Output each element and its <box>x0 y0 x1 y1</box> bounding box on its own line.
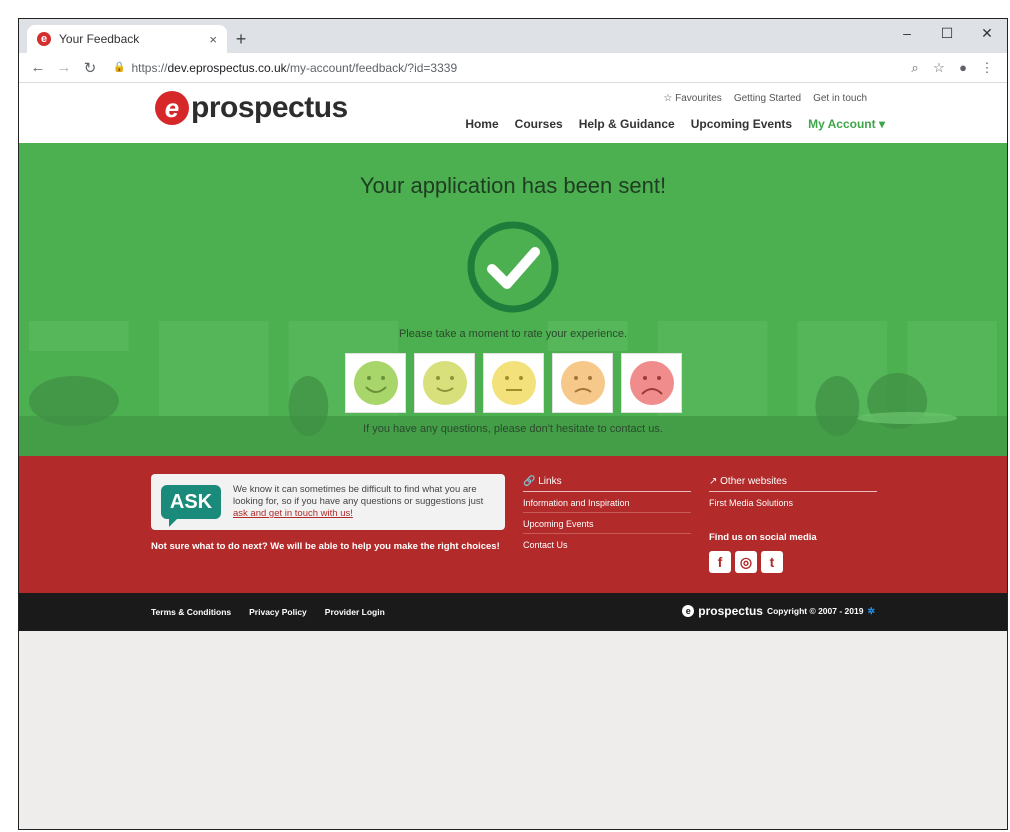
footer-link-upcoming-events[interactable]: Upcoming Events <box>523 519 691 534</box>
rating-very-sad-button[interactable] <box>621 353 682 413</box>
logo-text: prospectus <box>191 91 348 124</box>
nav-upcoming-events[interactable]: Upcoming Events <box>691 117 792 131</box>
close-window-icon[interactable]: ✕ <box>967 19 1007 47</box>
footer-link-contact-us[interactable]: Contact Us <box>523 540 691 554</box>
get-in-touch-link[interactable]: Get in touch <box>813 93 867 104</box>
menu-kebab-icon[interactable]: ⋮ <box>975 60 999 76</box>
forward-arrow-icon[interactable]: → <box>53 59 75 76</box>
nav-help-guidance[interactable]: Help & Guidance <box>579 117 675 131</box>
toolbar-icons: ⌕ ☆ ● ⋮ <box>903 60 999 76</box>
neutral-face-icon <box>491 361 536 405</box>
getting-started-link[interactable]: Getting Started <box>734 93 801 104</box>
nav-courses[interactable]: Courses <box>515 117 563 131</box>
minimize-icon[interactable]: – <box>887 19 927 47</box>
ask-box: ASK We know it can sometimes be difficul… <box>151 474 505 530</box>
confirmation-title: Your application has been sent! <box>359 173 667 198</box>
ask-description: We know it can sometimes be difficult to… <box>233 484 495 520</box>
links-heading: 🔗 Links <box>523 476 691 492</box>
rating-very-happy-button[interactable] <box>345 353 406 413</box>
instagram-icon[interactable]: ◎ <box>735 551 757 573</box>
sad-face-icon <box>560 361 605 405</box>
new-tab-button[interactable]: + <box>227 25 255 53</box>
links-column: 🔗 Links Information and Inspiration Upco… <box>523 476 691 560</box>
address-bar[interactable]: 🔒 https://dev.eprospectus.co.uk/my-accou… <box>105 56 903 80</box>
profile-icon[interactable]: ● <box>951 60 975 76</box>
nav-my-account[interactable]: My Account ▾ <box>808 117 885 131</box>
ask-speech-bubble-icon: ASK <box>161 485 221 527</box>
favourites-link[interactable]: ☆ Favourites <box>663 93 721 104</box>
social-heading: Find us on social media <box>709 532 817 543</box>
rate-prompt: Please take a moment to rate your experi… <box>398 328 628 340</box>
bookmark-star-icon[interactable]: ☆ <box>927 60 951 76</box>
facebook-icon[interactable]: f <box>709 551 731 573</box>
footer-logo-text: prospectus <box>698 604 763 618</box>
window-controls: – ☐ ✕ <box>887 19 1007 47</box>
provider-login-link[interactable]: Provider Login <box>325 607 385 617</box>
url-scheme: https:// <box>131 60 168 75</box>
main-nav: Home Courses Help & Guidance Upcoming Ev… <box>465 117 885 131</box>
footer-main: ASK We know it can sometimes be difficul… <box>19 456 1007 593</box>
maximize-icon[interactable]: ☐ <box>927 19 967 47</box>
copyright-text: Copyright © 2007 - 2019 <box>766 606 864 616</box>
success-check-icon <box>467 221 559 313</box>
close-tab-icon[interactable]: × <box>209 32 217 47</box>
tab-title: Your Feedback <box>59 32 140 46</box>
rating-happy-button[interactable] <box>414 353 475 413</box>
legal-links: Terms & Conditions Privacy Policy Provid… <box>151 607 385 617</box>
rating-faces <box>345 353 682 413</box>
browser-window: e Your Feedback × + – ☐ ✕ ← → ↻ 🔒 https:… <box>18 18 1008 830</box>
contact-help-text: If you have any questions, please don't … <box>363 423 663 435</box>
hero-section: Your application has been sent! Please t… <box>19 143 1007 456</box>
gear-icon: ✲ <box>867 605 875 616</box>
site-logo[interactable]: e prospectus <box>155 91 348 125</box>
logo-e-icon: e <box>155 91 189 125</box>
reload-icon[interactable]: ↻ <box>79 59 101 77</box>
rating-sad-button[interactable] <box>552 353 613 413</box>
other-websites-column: ↗ Other websites First Media Solutions F… <box>709 476 877 573</box>
browser-toolbar: ← → ↻ 🔒 https://dev.eprospectus.co.uk/my… <box>19 53 1007 83</box>
lock-icon: 🔒 <box>113 62 126 73</box>
tab-bar: e Your Feedback × + – ☐ ✕ <box>19 19 1007 53</box>
footer-logo-e-icon: e <box>682 605 695 617</box>
back-arrow-icon[interactable]: ← <box>27 59 49 76</box>
site-favicon-icon: e <box>37 32 51 46</box>
rating-neutral-button[interactable] <box>483 353 544 413</box>
social-icons: f ◎ t <box>709 551 877 573</box>
other-websites-heading: ↗ Other websites <box>709 476 877 492</box>
top-links: ☆ Favourites Getting Started Get in touc… <box>663 93 867 104</box>
footer-link-first-media[interactable]: First Media Solutions <box>709 498 877 512</box>
not-sure-text: Not sure what to do next? We will be abl… <box>151 541 500 552</box>
url-path: /my-account/feedback/?id=3339 <box>286 60 458 75</box>
site-header: e prospectus ☆ Favourites Getting Starte… <box>19 83 1007 143</box>
twitter-icon[interactable]: t <box>761 551 783 573</box>
terms-link[interactable]: Terms & Conditions <box>151 607 231 617</box>
zoom-icon[interactable]: ⌕ <box>903 60 927 76</box>
ask-text: We know it can sometimes be difficult to… <box>233 484 484 507</box>
nav-home[interactable]: Home <box>465 117 498 131</box>
url-host: dev.eprospectus.co.uk <box>167 60 287 75</box>
privacy-link[interactable]: Privacy Policy <box>249 607 307 617</box>
very-happy-face-icon <box>353 361 398 405</box>
happy-face-icon <box>422 361 467 405</box>
copyright: e prospectus Copyright © 2007 - 2019 ✲ <box>682 604 875 618</box>
footer-link-information[interactable]: Information and Inspiration <box>523 498 691 513</box>
tab-your-feedback[interactable]: e Your Feedback × <box>27 25 227 53</box>
footer-bottom: Terms & Conditions Privacy Policy Provid… <box>19 593 1007 631</box>
very-sad-face-icon <box>629 361 674 405</box>
ask-contact-link[interactable]: ask and get in touch with us! <box>233 508 353 519</box>
